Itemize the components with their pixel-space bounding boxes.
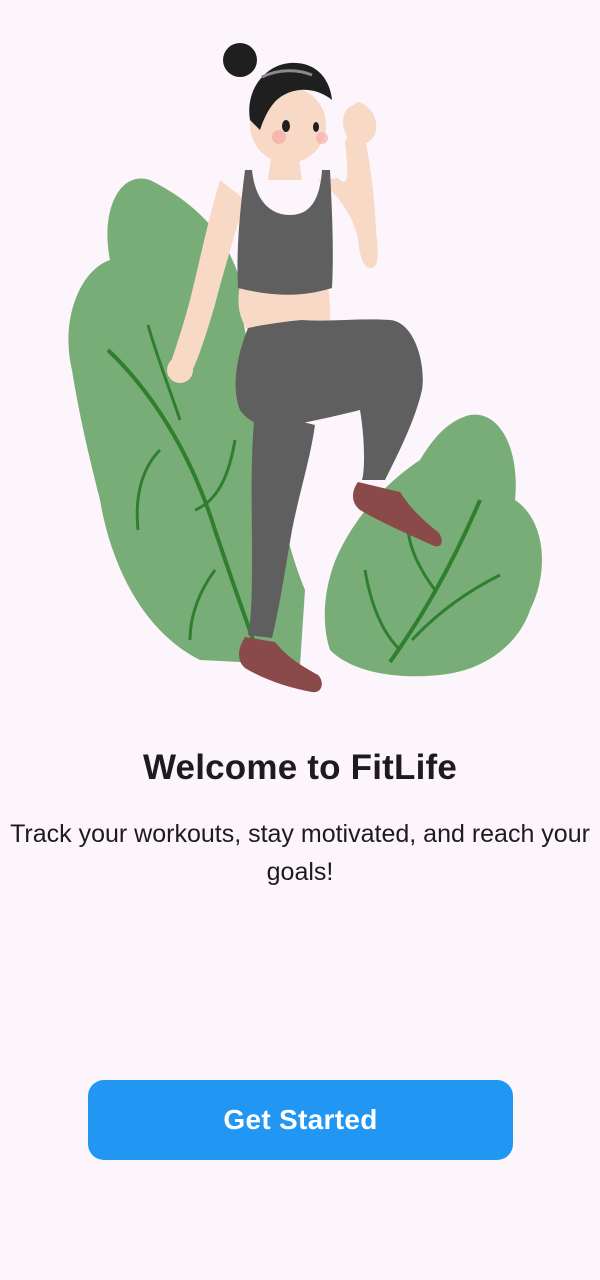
get-started-button[interactable]: Get Started (88, 1080, 513, 1160)
welcome-title: Welcome to FitLife (142, 748, 458, 787)
woman-exercising-illustration (68, 43, 542, 693)
welcome-subtitle: Track your workouts, stay motivated, and… (10, 820, 590, 886)
welcome-screen: Welcome to FitLife Track your workouts, … (0, 0, 600, 1280)
